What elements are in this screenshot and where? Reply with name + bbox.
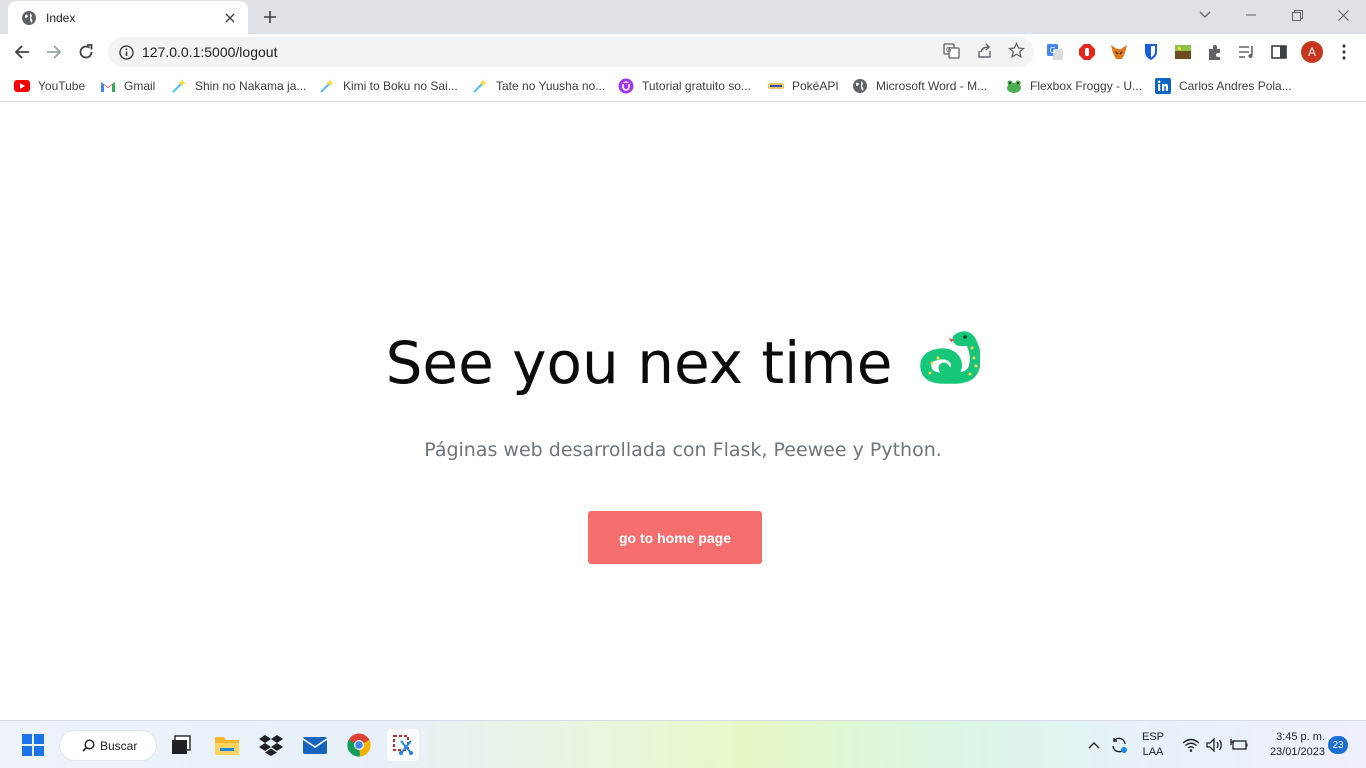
svg-text:G: G (946, 46, 951, 54)
url-text: 127.0.0.1:5000/logout (142, 44, 278, 60)
battery-charging-icon[interactable] (1227, 729, 1251, 761)
star-sparkle-icon (171, 78, 187, 94)
bookmark-youtube[interactable]: YouTube (14, 76, 85, 96)
go-home-button[interactable]: go to home page (588, 511, 762, 564)
udemy-icon (618, 78, 634, 94)
file-explorer-icon[interactable] (211, 729, 243, 761)
side-panel-icon[interactable] (1269, 42, 1289, 62)
task-view-icon[interactable] (165, 729, 197, 761)
bookmark-pokeapi[interactable]: PokéAPI (768, 76, 839, 96)
page-content: See you nex time Páginas web desarrollad… (0, 103, 1366, 720)
system-clock[interactable]: 3:45 p. m. 23/01/2023 (1257, 730, 1325, 760)
extension-game-icon[interactable] (1173, 42, 1193, 62)
keyboard-language[interactable]: ESP LAA (1138, 730, 1168, 760)
wifi-icon[interactable] (1179, 729, 1203, 761)
profile-avatar[interactable]: A (1301, 41, 1323, 63)
bookmark-label: Gmail (124, 79, 156, 93)
dropbox-icon[interactable] (255, 729, 287, 761)
search-icon (82, 739, 95, 752)
browser-toolbar: 127.0.0.1:5000/logout G G A (0, 34, 1366, 70)
layout-code: LAA (1142, 746, 1164, 758)
bookmark-tate-no-yuusha[interactable]: Tate no Yuusha no... (472, 76, 605, 96)
browser-tab[interactable]: Index (8, 1, 248, 34)
bookmark-linkedin[interactable]: Carlos Andres Pola... (1155, 76, 1292, 96)
bookmark-label: Tutorial gratuito so... (642, 79, 751, 93)
volume-icon[interactable] (1203, 729, 1227, 761)
share-icon[interactable] (975, 41, 993, 59)
close-window-icon[interactable] (1320, 0, 1366, 30)
globe-icon (852, 78, 868, 94)
address-bar[interactable]: 127.0.0.1:5000/logout (108, 37, 1034, 67)
windows-taskbar: Buscar ESP LAA 3:45 p. m. 23/01/2023 23 (0, 720, 1366, 768)
more-menu-icon[interactable] (1334, 42, 1354, 62)
globe-icon (21, 10, 37, 26)
site-info-icon[interactable] (119, 44, 134, 60)
notification-count-badge[interactable]: 23 (1328, 736, 1348, 754)
language-code: ESP (1141, 731, 1164, 743)
google-translate-extension-icon[interactable]: G (1045, 42, 1065, 62)
metamask-fox-icon[interactable] (1109, 42, 1129, 62)
back-arrow-icon[interactable] (8, 38, 36, 66)
page-title: See you nex time (385, 329, 893, 397)
bookmarks-bar: YouTube Gmail Shin no Nakama ja... Kimi … (0, 70, 1366, 102)
bookmark-label: Carlos Andres Pola... (1179, 79, 1292, 93)
bookmark-label: YouTube (38, 79, 86, 93)
bookmark-star-icon[interactable] (1007, 41, 1025, 59)
close-tab-icon[interactable] (222, 10, 238, 26)
star-sparkle-icon (472, 78, 488, 94)
mail-icon[interactable] (299, 729, 331, 761)
snipping-tool-icon[interactable] (387, 729, 419, 761)
bookmark-label: Shin no Nakama ja... (195, 79, 307, 93)
bookmark-label: Flexbox Froggy - U... (1030, 79, 1143, 93)
gmail-icon (100, 78, 116, 94)
bookmark-flexbox-froggy[interactable]: Flexbox Froggy - U... (1006, 76, 1142, 96)
bookmark-label: Kimi to Boku no Sai... (343, 79, 458, 93)
tab-search-icon[interactable] (1182, 0, 1228, 30)
headline-row: See you nex time (0, 329, 1366, 397)
new-tab-icon[interactable] (259, 7, 281, 27)
bookmark-label: PokéAPI (792, 79, 839, 93)
frog-icon (1006, 78, 1022, 94)
tab-strip: Index (0, 0, 1366, 34)
clock-date: 23/01/2023 (1269, 746, 1325, 758)
adblock-icon[interactable] (1077, 42, 1097, 62)
bookmark-gmail[interactable]: Gmail (100, 76, 155, 96)
media-queue-icon[interactable] (1237, 42, 1257, 62)
page-subtitle: Páginas web desarrollada con Flask, Peew… (424, 439, 942, 461)
youtube-icon (14, 78, 30, 94)
bookmark-label: Microsoft Word - M... (876, 79, 988, 93)
restore-icon[interactable] (1274, 0, 1320, 30)
tab-title: Index (46, 10, 76, 25)
pokeapi-icon (768, 78, 784, 94)
tray-chevron-up-icon[interactable] (1082, 729, 1106, 761)
clock-time: 3:45 p. m. (1276, 731, 1325, 743)
bitwarden-shield-icon[interactable] (1141, 42, 1161, 62)
windows-start-icon[interactable] (17, 729, 49, 761)
minimize-icon[interactable] (1228, 0, 1274, 30)
svg-text:G: G (1050, 46, 1056, 55)
reload-icon[interactable] (72, 38, 100, 66)
extensions-puzzle-icon[interactable] (1205, 42, 1225, 62)
bookmark-label: Tate no Yuusha no... (496, 79, 606, 93)
sync-icon[interactable] (1106, 729, 1132, 761)
taskbar-search[interactable]: Buscar (59, 730, 157, 761)
star-sparkle-icon (319, 78, 335, 94)
bookmark-shin-no-nakama[interactable]: Shin no Nakama ja... (171, 76, 306, 96)
bookmark-tutorial-gratuito[interactable]: Tutorial gratuito so... (618, 76, 751, 96)
translate-icon[interactable]: G (942, 41, 960, 59)
chrome-icon[interactable] (343, 729, 375, 761)
bookmark-microsoft-word[interactable]: Microsoft Word - M... (852, 76, 987, 96)
forward-arrow-icon[interactable] (40, 38, 68, 66)
snake-emoji-icon (918, 330, 982, 392)
linkedin-icon (1155, 78, 1171, 94)
bookmark-kimi-to-boku[interactable]: Kimi to Boku no Sai... (319, 76, 458, 96)
search-label: Buscar (100, 738, 138, 753)
